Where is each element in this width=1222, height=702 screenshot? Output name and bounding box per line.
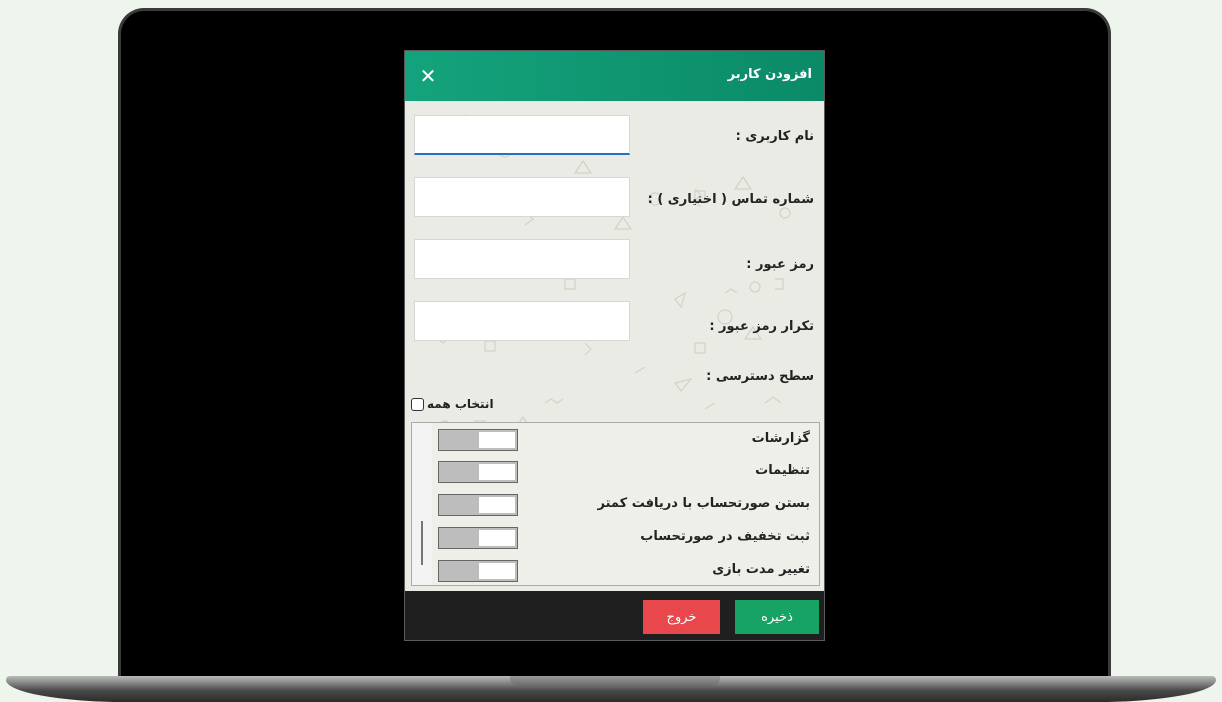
phone-label: شماره تماس ( اختیاری ) : xyxy=(647,192,814,207)
permission-toggle[interactable] xyxy=(438,429,518,451)
confirm-password-label: تکرار رمز عبور : xyxy=(709,319,814,334)
toggle-knob xyxy=(479,563,515,579)
laptop-notch xyxy=(510,676,720,686)
permission-toggle[interactable] xyxy=(438,494,518,516)
save-button[interactable]: ذخیره xyxy=(735,600,819,634)
permission-toggle[interactable] xyxy=(438,560,518,582)
exit-button[interactable]: خروج xyxy=(643,600,720,634)
select-all-checkbox[interactable] xyxy=(411,397,424,411)
toggle-knob xyxy=(479,464,515,480)
toggle-knob xyxy=(479,432,515,448)
permission-row: تنظیمات xyxy=(438,461,816,485)
permission-row: ثبت تخفیف در صورتحساب xyxy=(438,527,816,551)
password-label: رمز عبور : xyxy=(746,257,814,272)
password-input[interactable] xyxy=(414,239,630,279)
dialog-footer: ذخیره خروج xyxy=(405,591,824,640)
permission-label: ثبت تخفیف در صورتحساب xyxy=(640,529,810,544)
permission-toggle[interactable] xyxy=(438,461,518,483)
select-all-label: انتخاب همه xyxy=(427,397,494,411)
permission-toggle[interactable] xyxy=(438,527,518,549)
permission-label: گزارشات xyxy=(751,431,810,446)
permission-row: تغییر مدت بازی xyxy=(438,560,816,584)
toggle-knob xyxy=(479,530,515,546)
permission-row: بستن صورتحساب با دریافت کمتر xyxy=(438,494,816,518)
permission-row: گزارشات xyxy=(438,429,816,453)
confirm-password-input[interactable] xyxy=(414,301,630,341)
close-icon[interactable]: ✕ xyxy=(417,65,439,87)
add-user-dialog: افزودن کاربر ✕ نام کاربری : شماره تماس (… xyxy=(404,50,825,641)
phone-input[interactable] xyxy=(414,177,630,217)
permission-label: تنظیمات xyxy=(755,463,810,478)
dialog-header: افزودن کاربر ✕ xyxy=(405,51,824,101)
dialog-title: افزودن کاربر xyxy=(727,67,812,82)
toggle-knob xyxy=(479,497,515,513)
username-input[interactable] xyxy=(414,115,630,155)
permissions-scrollbar[interactable] xyxy=(412,423,432,585)
permission-label: تغییر مدت بازی xyxy=(712,562,810,577)
select-all[interactable]: انتخاب همه xyxy=(411,397,494,411)
permission-label: بستن صورتحساب با دریافت کمتر xyxy=(597,496,810,511)
permissions-list: گزارشات تنظیمات بستن صورتحساب با دریافت … xyxy=(411,422,820,586)
username-label: نام کاربری : xyxy=(735,129,814,144)
scrollbar-thumb[interactable] xyxy=(421,521,423,565)
access-level-label: سطح دسترسی : xyxy=(706,369,814,384)
